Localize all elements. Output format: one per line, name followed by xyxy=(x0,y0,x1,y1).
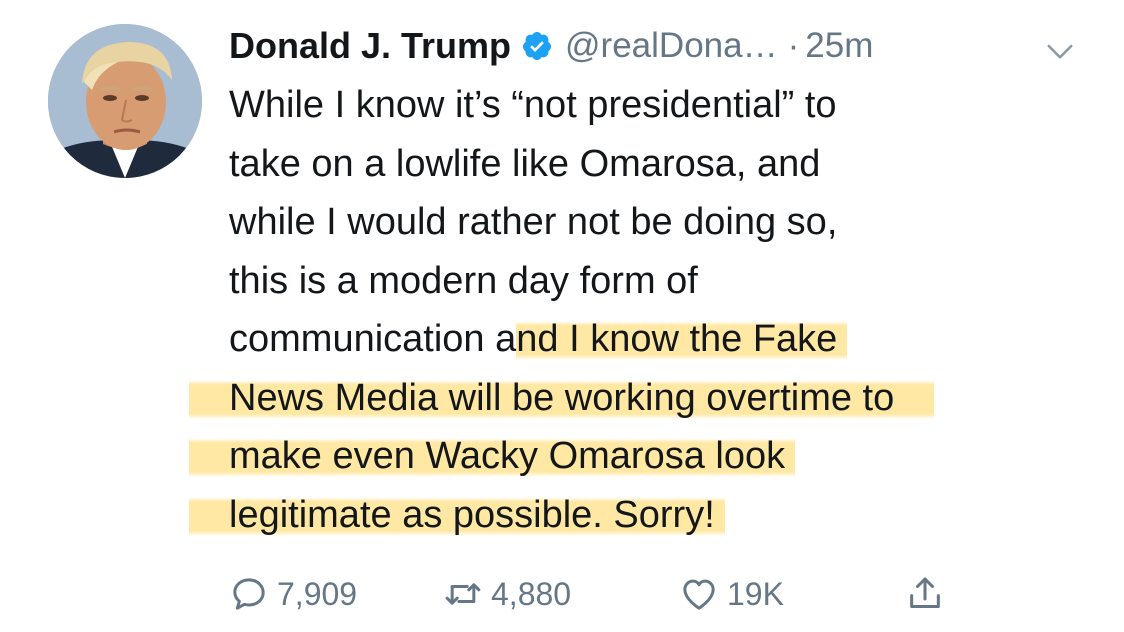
tweet-text-line: legitimate as possible. Sorry! xyxy=(189,486,1109,545)
heart-icon xyxy=(683,579,715,610)
highlighted-text: make even Wacky Omarosa look xyxy=(189,435,796,477)
retweet-button[interactable]: 4,880 xyxy=(443,566,571,622)
retweet-count: 4,880 xyxy=(491,575,572,612)
tweet-text-line: while I would rather not be doing so, xyxy=(229,201,838,243)
tweet-actions: 7,909 4,880 19K xyxy=(229,566,989,622)
tweet-text-line: News Media will be working overtime to xyxy=(189,369,1109,428)
tweet-text-line: take on a lowlife like Omarosa, and xyxy=(229,142,821,185)
tweet-header: Donald J. Trump @realDona… · 25m xyxy=(229,22,873,70)
reply-count: 7,909 xyxy=(277,575,358,612)
chevron-down-icon[interactable] xyxy=(1045,36,1075,66)
reply-icon xyxy=(233,578,265,610)
tweet-text-line: communication and I know the Fake xyxy=(229,310,1109,369)
like-button[interactable]: 19K xyxy=(679,566,784,622)
avatar[interactable] xyxy=(48,24,202,178)
retweet-icon xyxy=(445,583,481,605)
profile-photo xyxy=(48,24,202,178)
tweet-timestamp[interactable]: 25m xyxy=(805,26,873,66)
tweet-text-line: this is a modern day form of xyxy=(229,259,698,302)
tweet-text-line: make even Wacky Omarosa look xyxy=(189,427,1109,486)
highlighted-text: News Media will be working overtime to xyxy=(189,376,935,419)
highlighted-text: legitimate as possible. Sorry! xyxy=(189,493,725,536)
highlighted-text: nd I know the Fake xyxy=(516,318,848,360)
verified-badge-icon xyxy=(523,32,552,60)
tweet-text-plain: communication a xyxy=(229,318,517,360)
author-handle[interactable]: @realDona… xyxy=(565,26,778,66)
share-icon xyxy=(910,577,940,608)
reply-button[interactable]: 7,909 xyxy=(229,566,357,622)
tweet-text: While I know it’s “not presidential” to … xyxy=(189,76,1109,545)
separator-dot: · xyxy=(787,26,800,65)
author-name[interactable]: Donald J. Trump xyxy=(229,25,511,67)
share-button[interactable] xyxy=(905,566,953,622)
tweet-text-line: While I know it’s “not presidential” to xyxy=(229,84,837,126)
like-count: 19K xyxy=(727,575,784,612)
